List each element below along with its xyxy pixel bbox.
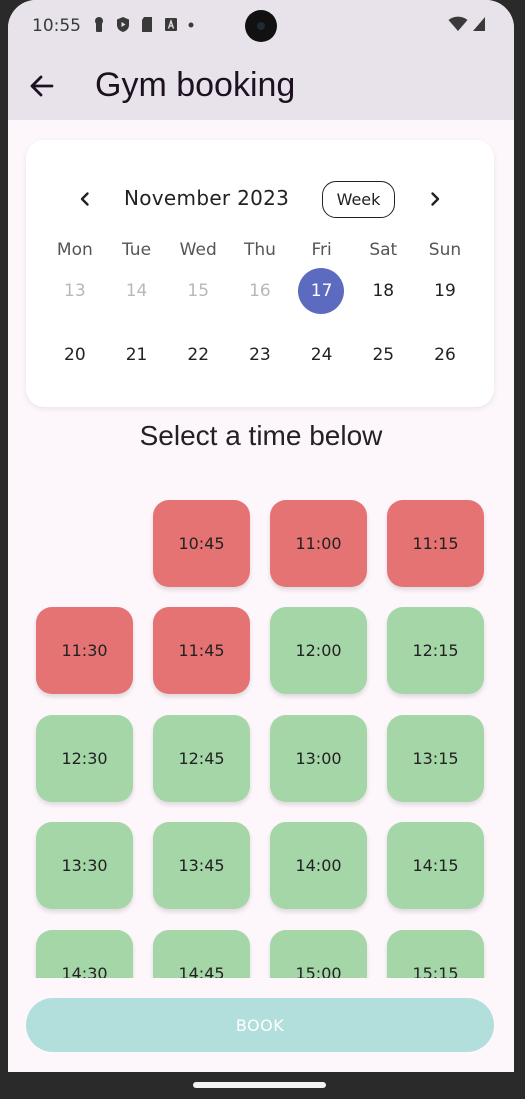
time-slot-available[interactable]: 12:15: [387, 607, 484, 694]
calendar-day[interactable]: 26: [414, 332, 476, 378]
weekday-label: Sat: [369, 240, 398, 260]
time-slot-booked[interactable]: 11:15: [387, 500, 484, 587]
calendar-day[interactable]: 25: [352, 332, 414, 378]
chevron-left-icon: [80, 192, 89, 206]
time-slot-booked[interactable]: 11:00: [270, 500, 367, 587]
back-button[interactable]: [26, 70, 58, 102]
calendar-day[interactable]: 18: [352, 268, 414, 314]
time-slot-booked[interactable]: 11:45: [153, 607, 250, 694]
signal-icon: [473, 17, 485, 31]
weekday-label: Tue: [122, 240, 152, 260]
calendar-day: 16: [249, 281, 271, 301]
next-month-button[interactable]: [420, 184, 450, 214]
front-camera: [245, 10, 277, 42]
home-indicator[interactable]: [193, 1082, 326, 1088]
weekday-label: Fri: [311, 240, 332, 260]
status-time: 10:55: [32, 16, 81, 36]
calendar-day[interactable]: 23: [229, 332, 291, 378]
calendar-week-row: 20 21 22 23 24 25 26: [44, 332, 476, 378]
weekday-label: Sun: [428, 240, 462, 260]
dot-icon: [188, 22, 194, 27]
arrow-left-icon: [30, 75, 54, 97]
status-system-icons: [448, 16, 486, 32]
time-slot-available[interactable]: 13:15: [387, 715, 484, 802]
week-view-toggle[interactable]: Week: [322, 181, 395, 218]
time-slot-available[interactable]: 15:00: [270, 930, 367, 978]
time-slot-grid[interactable]: 10:45 11:00 11:15 11:30 11:45 12:00 12:1…: [8, 478, 514, 978]
time-slot-booked[interactable]: 11:30: [36, 607, 133, 694]
time-slot-available[interactable]: 14:30: [36, 930, 133, 978]
weekday-label: Wed: [179, 240, 217, 260]
app-bar: Gym booking: [8, 54, 514, 120]
calendar-day[interactable]: 22: [167, 332, 229, 378]
calendar-day[interactable]: 19: [414, 268, 476, 314]
page-title: Gym booking: [95, 66, 296, 104]
time-slot-available[interactable]: 12:30: [36, 715, 133, 802]
status-notification-icons: [92, 16, 194, 33]
book-button[interactable]: BOOK: [26, 998, 494, 1052]
calendar-week-row: 13 14 15 16 17 18 19: [44, 268, 476, 314]
keyhole-icon: [95, 17, 103, 32]
calendar-card: November 2023 Week Mon Tue Wed Thu Fri S…: [26, 140, 494, 407]
time-slot-booked[interactable]: 10:45: [153, 500, 250, 587]
time-slot-available[interactable]: 12:00: [270, 607, 367, 694]
sd-card-icon: [142, 17, 152, 32]
time-slot-available[interactable]: 13:45: [153, 822, 250, 909]
calendar-day[interactable]: 20: [44, 332, 106, 378]
weekday-label: Thu: [243, 240, 276, 260]
wifi-icon: [448, 16, 468, 31]
calendar-day: 15: [187, 281, 210, 301]
weekday-label: Mon: [56, 240, 93, 260]
weekday-header-row: Mon Tue Wed Thu Fri Sat Sun: [44, 240, 476, 260]
time-section-heading: Select a time below: [139, 420, 383, 451]
time-slot-available[interactable]: 15:15: [387, 930, 484, 978]
previous-month-button[interactable]: [70, 184, 100, 214]
time-slot-available[interactable]: 14:15: [387, 822, 484, 909]
font-a-icon: [165, 18, 177, 31]
calendar-month-label: November 2023: [124, 186, 290, 210]
status-bar: 10:55: [8, 0, 514, 54]
shield-play-icon: [117, 17, 129, 32]
time-slot-available[interactable]: 14:45: [153, 930, 250, 978]
time-slot-available[interactable]: 14:00: [270, 822, 367, 909]
time-slot-available[interactable]: 12:45: [153, 715, 250, 802]
calendar-day-selected[interactable]: 17: [291, 268, 353, 314]
calendar-day[interactable]: 21: [106, 332, 168, 378]
calendar-day: 14: [125, 281, 148, 301]
time-slot-available[interactable]: 13:00: [270, 715, 367, 802]
calendar-day: 13: [64, 281, 86, 301]
chevron-right-icon: [431, 192, 440, 206]
time-slot-available[interactable]: 13:30: [36, 822, 133, 909]
calendar-day[interactable]: 24: [291, 332, 353, 378]
phone-screen: 10:55 Gym booking November 2023 Week Mon…: [8, 0, 514, 1072]
calendar-day-number: 17: [310, 281, 333, 301]
